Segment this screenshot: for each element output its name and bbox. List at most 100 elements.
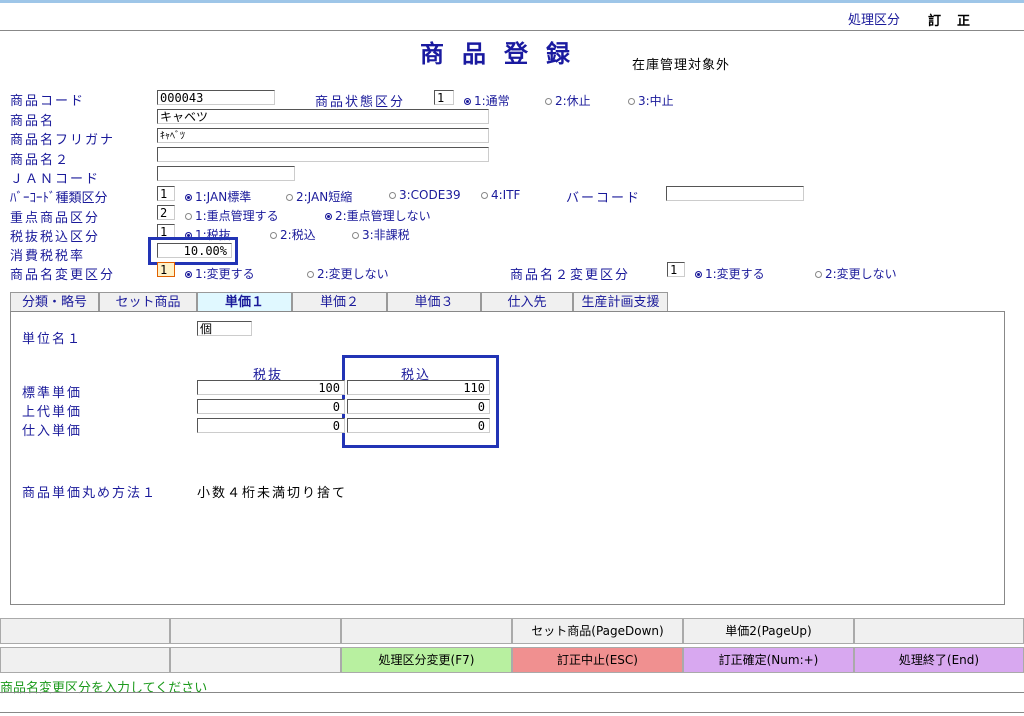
confirm-edit-button[interactable]: 訂正確定(Num:+) (683, 647, 854, 673)
option-label: 1:重点管理する (195, 209, 279, 223)
option-label: 2:変更しない (317, 267, 389, 281)
fkey-r1-2[interactable] (170, 618, 341, 644)
name-change-input[interactable]: 1 (157, 262, 175, 277)
rounding-value: 小数４桁未満切り捨て (197, 486, 348, 501)
radio-icon (389, 192, 396, 199)
priority-label: 重点商品区分 (10, 211, 101, 226)
barcode-type-option-1[interactable]: 1:JAN標準 (185, 188, 251, 205)
fkey-r1-1[interactable] (0, 618, 170, 644)
tab-price-1[interactable]: 単価１ (197, 292, 292, 312)
cancel-edit-esc-button[interactable]: 訂正中止(ESC) (512, 647, 683, 673)
product-status-option-3[interactable]: 3:中止 (628, 92, 674, 109)
option-label: 4:ITF (491, 188, 521, 202)
option-label: 2:JAN短縮 (296, 190, 353, 204)
product-code-input[interactable]: 000043 (157, 90, 275, 105)
radio-icon (695, 271, 702, 278)
tax-type-option-2[interactable]: 2:税込 (270, 226, 316, 243)
option-label: 1:通常 (474, 94, 510, 108)
radio-icon (545, 98, 552, 105)
barcode-label: バーコード (566, 191, 642, 206)
option-label: 2:税込 (280, 228, 316, 242)
price-row-label: 上代単価 (22, 405, 83, 420)
name-change-option-1[interactable]: 1:変更する (185, 265, 255, 282)
product-status-input[interactable]: 1 (434, 90, 454, 105)
product-name-input[interactable]: キャベツ (157, 109, 489, 124)
name2-change-option-1[interactable]: 1:変更する (695, 265, 765, 282)
tab-set-product[interactable]: セット商品 (99, 292, 197, 312)
option-label: 1:変更する (705, 267, 765, 281)
jan-code-input[interactable] (157, 166, 295, 181)
product-status-option-2[interactable]: 2:休止 (545, 92, 591, 109)
barcode-type-label: ﾊﾞｰｺｰﾄﾞ種類区分 (10, 191, 108, 206)
price-in-input[interactable]: 110 (347, 380, 490, 395)
page-title: 商品登録 (420, 39, 588, 68)
priority-input[interactable]: 2 (157, 205, 175, 220)
radio-icon (628, 98, 635, 105)
change-mode-f7-button[interactable]: 処理区分変更(F7) (341, 647, 512, 673)
option-label: 1:変更する (195, 267, 255, 281)
option-label: 2:休止 (555, 94, 591, 108)
price-in-input[interactable]: 0 (347, 399, 490, 414)
price-row-label: 標準単価 (22, 386, 83, 401)
fkey-r2-1[interactable] (0, 647, 170, 673)
product-name2-input[interactable] (157, 147, 489, 162)
barcode-input[interactable] (666, 186, 804, 201)
option-label: 3:中止 (638, 94, 674, 108)
name2-change-option-2[interactable]: 2:変更しない (815, 265, 897, 282)
tax-type-label: 税抜税込区分 (10, 230, 101, 245)
radio-icon (352, 232, 359, 239)
unit-label: 単位名１ (22, 332, 83, 347)
price-ex-input[interactable]: 0 (197, 418, 345, 433)
mode-label: 処理区分 (848, 13, 901, 28)
fkey-r1-3[interactable] (341, 618, 512, 644)
radio-icon (270, 232, 277, 239)
mode-value: 訂正 (928, 14, 987, 29)
radio-icon (286, 194, 293, 201)
set-product-pagedown-button[interactable]: セット商品(PageDown) (512, 618, 683, 644)
radio-icon (325, 213, 332, 220)
price-panel (10, 311, 1005, 605)
product-code-label: 商品コード (10, 94, 86, 109)
product-status-option-1[interactable]: 1:通常 (464, 92, 510, 109)
tab-category[interactable]: 分類・略号 (10, 292, 99, 312)
price-in-input[interactable]: 0 (347, 418, 490, 433)
page-subtitle: 在庫管理対象外 (632, 58, 731, 73)
option-label: 1:JAN標準 (195, 190, 252, 204)
barcode-type-option-3[interactable]: 3:CODE39 (389, 188, 461, 202)
fkey-r1-6[interactable] (854, 618, 1024, 644)
name-change-label: 商品名変更区分 (10, 268, 116, 283)
function-key-row-1: セット商品(PageDown) 単価2(PageUp) (0, 618, 1024, 644)
radio-icon (481, 192, 488, 199)
exit-end-button[interactable]: 処理終了(End) (854, 647, 1024, 673)
tab-supplier[interactable]: 仕入先 (481, 292, 573, 312)
product-kana-label: 商品名フリガナ (10, 133, 116, 148)
priority-option-1[interactable]: 1:重点管理する (185, 207, 279, 224)
barcode-type-option-2[interactable]: 2:JAN短縮 (286, 188, 352, 205)
product-name2-label: 商品名２ (10, 153, 71, 168)
tab-production-plan[interactable]: 生産計画支援 (573, 292, 668, 312)
radio-icon (464, 98, 471, 105)
rounding-label: 商品単価丸め方法１ (22, 486, 158, 501)
price-row-label: 仕入単価 (22, 424, 83, 439)
tab-price-3[interactable]: 単価３ (387, 292, 481, 312)
barcode-type-input[interactable]: 1 (157, 186, 175, 201)
price-ex-input[interactable]: 0 (197, 399, 345, 414)
name-change-option-2[interactable]: 2:変更しない (307, 265, 389, 282)
option-label: 2:変更しない (825, 267, 897, 281)
fkey-r2-2[interactable] (170, 647, 341, 673)
option-label: 3:CODE39 (399, 188, 461, 202)
radio-icon (815, 271, 822, 278)
price-ex-input[interactable]: 100 (197, 380, 345, 395)
priority-option-2[interactable]: 2:重点管理しない (325, 207, 431, 224)
tax-rate-input[interactable]: 10.00% (157, 243, 232, 258)
product-kana-input[interactable]: ｷｬﾍﾞﾂ (157, 128, 489, 143)
function-key-row-2: 処理区分変更(F7) 訂正中止(ESC) 訂正確定(Num:+) 処理終了(En… (0, 647, 1024, 673)
barcode-type-option-4[interactable]: 4:ITF (481, 188, 520, 202)
tax-type-option-3[interactable]: 3:非課税 (352, 226, 410, 243)
name2-change-label: 商品名２変更区分 (510, 268, 631, 283)
unit-input[interactable]: 個 (197, 321, 252, 336)
status-message: 商品名変更区分を入力してください (0, 681, 208, 696)
tab-price-2[interactable]: 単価２ (292, 292, 387, 312)
name2-change-input[interactable]: 1 (667, 262, 685, 277)
price2-pageup-button[interactable]: 単価2(PageUp) (683, 618, 854, 644)
